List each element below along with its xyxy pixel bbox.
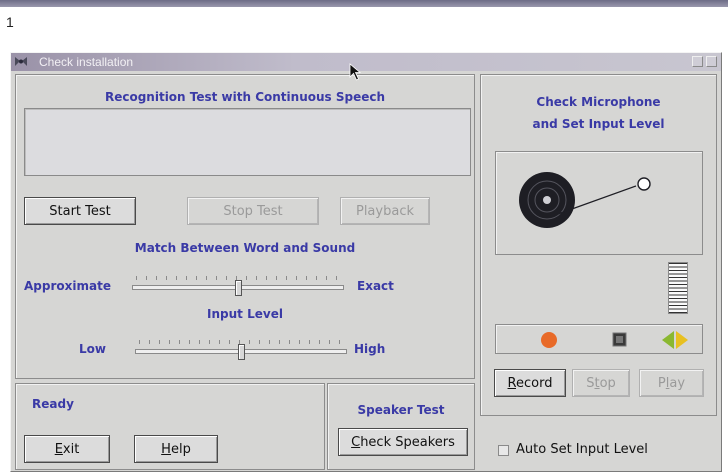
- playback-button[interactable]: Playback: [340, 197, 430, 225]
- match-slider-thumb[interactable]: [235, 280, 242, 296]
- play-right-arrow-icon: [676, 331, 688, 349]
- match-slider[interactable]: [132, 276, 344, 296]
- top-strip: [0, 0, 728, 7]
- record-dot-icon: [541, 332, 557, 348]
- match-high-label: Exact: [357, 279, 394, 293]
- auto-set-input-level-checkbox[interactable]: [498, 445, 509, 456]
- auto-set-input-level-label[interactable]: Auto Set Input Level: [516, 442, 648, 457]
- play-button[interactable]: Play: [639, 369, 704, 397]
- check-installation-window: Check installation Recognition Test with…: [10, 52, 722, 472]
- record-label: Record: [507, 375, 553, 391]
- exit-label: Exit: [54, 441, 80, 457]
- mic-stop-label: Stop: [586, 375, 616, 391]
- window-title: Check installation: [39, 55, 134, 69]
- playback-label: Playback: [355, 203, 414, 219]
- microphone-heading-line2: and Set Input Level: [532, 117, 665, 131]
- check-speakers-label: Check Speakers: [351, 434, 455, 450]
- mic-stop-button[interactable]: Stop: [572, 369, 630, 397]
- stop-test-label: Stop Test: [223, 203, 283, 219]
- help-button[interactable]: Help: [134, 435, 218, 463]
- input-slider-thumb[interactable]: [238, 344, 245, 360]
- start-test-button[interactable]: Start Test: [24, 197, 136, 225]
- match-low-label: Approximate: [24, 279, 111, 293]
- match-heading: Match Between Word and Sound: [134, 241, 356, 255]
- status-text: Ready: [32, 397, 74, 411]
- microphone-display: [495, 151, 703, 255]
- input-level-meter: [668, 262, 688, 314]
- input-low-label: Low: [79, 342, 106, 356]
- help-label: Help: [161, 441, 191, 457]
- exit-button[interactable]: Exit: [24, 435, 110, 463]
- input-level-slider[interactable]: [135, 340, 347, 360]
- input-level-heading: Input Level: [207, 307, 283, 321]
- recognition-heading: Recognition Test with Continuous Speech: [104, 90, 386, 104]
- microphone-heading-line1: Check Microphone: [536, 95, 661, 109]
- maximize-icon[interactable]: [706, 56, 717, 67]
- stop-test-button[interactable]: Stop Test: [187, 197, 319, 225]
- title-bar[interactable]: Check installation: [11, 53, 721, 71]
- start-test-label: Start Test: [49, 203, 111, 219]
- system-menu-icon[interactable]: [14, 55, 28, 68]
- minimize-icon[interactable]: [692, 56, 703, 67]
- play-label: Play: [657, 375, 686, 391]
- speaker-heading: Speaker Test: [357, 403, 445, 417]
- check-speakers-button[interactable]: Check Speakers: [338, 428, 468, 456]
- play-left-arrow-icon: [662, 331, 674, 349]
- page-number: 1: [6, 14, 14, 30]
- input-high-label: High: [354, 342, 386, 356]
- speaker-panel: [327, 383, 475, 470]
- recorder-status-strip: [495, 324, 703, 354]
- stop-square-inner-icon: [616, 336, 623, 343]
- microphone-illustration-icon: [519, 172, 651, 228]
- mouse-pointer-icon: [349, 63, 362, 81]
- record-button[interactable]: Record: [494, 369, 566, 397]
- recorder-status-icons: [541, 331, 688, 349]
- recognition-output-field: [24, 108, 471, 176]
